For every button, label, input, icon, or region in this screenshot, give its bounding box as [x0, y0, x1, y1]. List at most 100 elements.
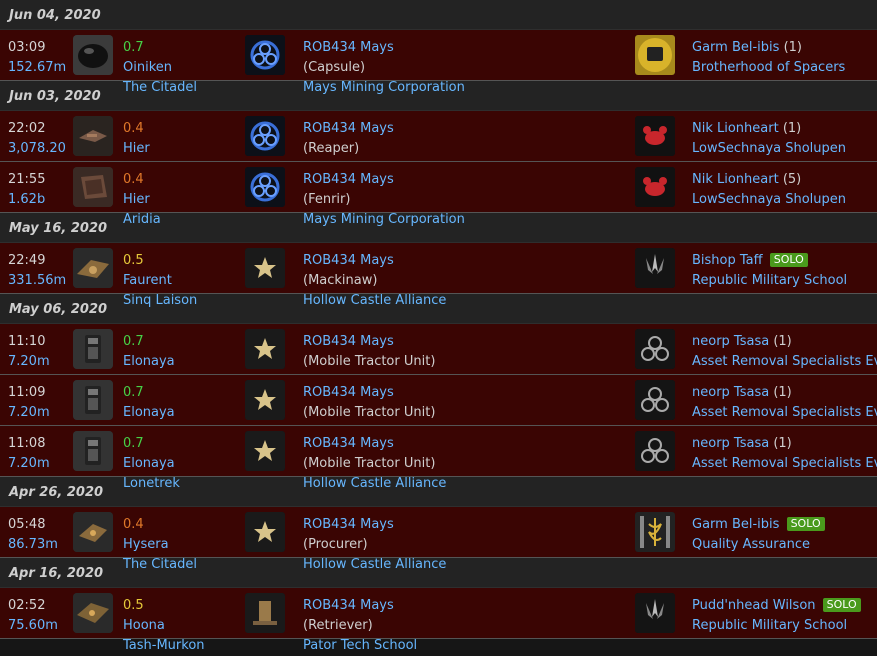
victim-link[interactable]: ROB434 Mays	[303, 170, 465, 190]
attacker-corp-logo[interactable]	[635, 329, 675, 369]
victim-corp-logo[interactable]	[245, 116, 285, 156]
victim-link[interactable]: ROB434 Mays	[303, 596, 417, 616]
attacker-corp-link[interactable]: Brotherhood of Spacers	[692, 58, 845, 78]
victim-link[interactable]: ROB434 Mays	[303, 515, 446, 535]
victim-link[interactable]: ROB434 Mays	[303, 383, 446, 403]
ship-icon[interactable]	[73, 512, 113, 552]
ship-icon[interactable]	[73, 248, 113, 288]
attacker-link[interactable]: neorp Tsasa	[692, 436, 769, 451]
security-status: 0.5	[123, 598, 144, 613]
ship-icon[interactable]	[73, 380, 113, 420]
isk-value: 7.20m	[8, 456, 50, 471]
attacker-link[interactable]: Nik Lionheart	[692, 121, 779, 136]
attacker-link[interactable]: Nik Lionheart	[692, 172, 779, 187]
isk-value: 7.20m	[8, 405, 50, 420]
system-link[interactable]: Elonaya	[123, 454, 180, 474]
attacker-corp-link[interactable]: Quality Assurance	[692, 535, 825, 555]
victim-corp-logo[interactable]	[245, 35, 285, 75]
system-link[interactable]: Hysera	[123, 535, 197, 555]
victim-corp-link[interactable]: Pator Tech School	[303, 636, 417, 656]
biohazard-grey-logo-icon	[635, 431, 675, 471]
victim-corp-link[interactable]: Hollow Castle Alliance	[303, 474, 446, 494]
kill-row[interactable]: 03:09 152.67m 0.7 Oiniken The Citadel ROB…	[0, 30, 877, 95]
region-link[interactable]: Tash-Murkon	[123, 636, 205, 656]
attacker-corp-logo[interactable]	[635, 116, 675, 156]
isk-value: 75.60m	[8, 618, 58, 633]
kill-time: 22:49	[8, 253, 46, 268]
victim-corp-link[interactable]: Hollow Castle Alliance	[303, 555, 446, 575]
ship-icon[interactable]	[73, 431, 113, 471]
crab-logo-icon	[635, 167, 675, 207]
kill-row[interactable]: 11:09 7.20m 0.7Elonaya Lonetrek ROB434 M…	[0, 375, 877, 440]
victim-corp-logo[interactable]	[245, 167, 285, 207]
ship-icon[interactable]	[73, 329, 113, 369]
attacker-corp-logo[interactable]	[635, 512, 675, 552]
victim-corp-link[interactable]: Hollow Castle Alliance	[303, 291, 446, 311]
kill-row[interactable]: 02:52 75.60m 0.5 Hoona Tash-Murkon ROB434…	[0, 588, 877, 653]
system-link[interactable]: Elonaya	[123, 403, 180, 423]
attacker-link[interactable]: Bishop Taff	[692, 253, 763, 268]
ship-icon[interactable]	[73, 167, 113, 207]
tractor-unit-icon	[73, 431, 113, 471]
kill-row[interactable]: 22:02 3,078.20 0.4Hier Aridia ROB434 May…	[0, 111, 877, 176]
attacker-count: (1)	[783, 40, 802, 55]
attacker-corp-logo[interactable]	[635, 167, 675, 207]
victim-corp-link[interactable]: Mays Mining Corporation	[303, 78, 465, 98]
victim-corp-link[interactable]: Mays Mining Corporation	[303, 210, 465, 230]
attacker-corp-link[interactable]: LowSechnaya Sholupen	[692, 190, 846, 210]
kill-row[interactable]: 11:10 7.20m 0.7Elonaya Lonetrek ROB434 M…	[0, 324, 877, 389]
fenrir-ship-icon	[73, 167, 113, 207]
attacker-corp-link[interactable]: Asset Removal Specialists Eve	[692, 352, 877, 372]
region-link[interactable]: The Citadel	[123, 78, 197, 98]
attacker-link[interactable]: Garm Bel-ibis	[692, 517, 779, 532]
victim-link[interactable]: ROB434 Mays	[303, 119, 465, 139]
victim-corp-logo[interactable]	[245, 593, 285, 633]
victim-corp-logo[interactable]	[245, 512, 285, 552]
attacker-link[interactable]: Pudd'nhead Wilson	[692, 598, 816, 613]
region-link[interactable]: The Citadel	[123, 555, 197, 575]
attacker-corp-link[interactable]: Republic Military School	[692, 271, 847, 291]
attacker-link[interactable]: neorp Tsasa	[692, 385, 769, 400]
victim-corp-logo[interactable]	[245, 380, 285, 420]
ship-icon[interactable]	[73, 593, 113, 633]
victim-link[interactable]: ROB434 Mays	[303, 434, 446, 454]
system-link[interactable]: Oiniken	[123, 58, 197, 78]
system-link[interactable]: Hier	[123, 190, 161, 210]
kill-row[interactable]: 22:49 331.56m 0.5 Faurent Sinq Laison ROB…	[0, 243, 877, 308]
attacker-corp-link[interactable]: LowSechnaya Sholupen	[692, 139, 846, 159]
attacker-link[interactable]: neorp Tsasa	[692, 334, 769, 349]
republic-military-school-logo-icon	[635, 248, 675, 288]
reaper-ship-icon	[73, 116, 113, 156]
victim-link[interactable]: ROB434 Mays	[303, 251, 446, 271]
attacker-corp-logo[interactable]	[635, 431, 675, 471]
system-link[interactable]: Elonaya	[123, 352, 180, 372]
victim-link[interactable]: ROB434 Mays	[303, 38, 465, 58]
system-link[interactable]: Faurent	[123, 271, 197, 291]
attacker-link[interactable]: Garm Bel-ibis	[692, 40, 779, 55]
attacker-corp-link[interactable]: Asset Removal Specialists Eve	[692, 454, 877, 474]
attacker-corp-logo[interactable]	[635, 593, 675, 633]
victim-corp-logo[interactable]	[245, 329, 285, 369]
victim-corp-logo[interactable]	[245, 248, 285, 288]
kill-row[interactable]: 21:55 1.62b 0.4 Hier Aridia ROB434 Mays (…	[0, 162, 877, 227]
kill-row[interactable]: 11:08 7.20m 0.7 Elonaya Lonetrek ROB434 M…	[0, 426, 877, 491]
biohazard-blue-logo-icon	[245, 116, 285, 156]
region-link[interactable]: Lonetrek	[123, 474, 180, 494]
attacker-corp-logo[interactable]	[635, 380, 675, 420]
victim-corp-logo[interactable]	[245, 431, 285, 471]
attacker-corp-link[interactable]: Asset Removal Specialists Eve	[692, 403, 877, 423]
fist-logo-icon	[635, 35, 675, 75]
ship-icon[interactable]	[73, 116, 113, 156]
security-status: 0.7	[123, 40, 144, 55]
attacker-corp-logo[interactable]	[635, 248, 675, 288]
ship-icon[interactable]	[73, 35, 113, 75]
victim-link[interactable]: ROB434 Mays	[303, 332, 446, 352]
kill-row[interactable]: 05:48 86.73m 0.4 Hysera The Citadel ROB43…	[0, 507, 877, 572]
system-link[interactable]: Hoona	[123, 616, 205, 636]
attacker-corp-link[interactable]: Republic Military School	[692, 616, 861, 636]
security-status: 0.5	[123, 253, 144, 268]
attacker-corp-logo[interactable]	[635, 35, 675, 75]
region-link[interactable]: Aridia	[123, 210, 161, 230]
system-link[interactable]: Hier	[123, 139, 161, 159]
region-link[interactable]: Sinq Laison	[123, 291, 197, 311]
